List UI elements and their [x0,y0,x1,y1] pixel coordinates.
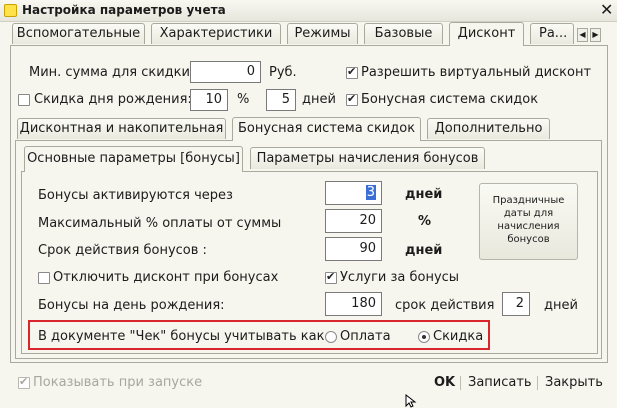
receipt-option-discount-label: Скидка [433,329,484,344]
app-icon [4,4,17,17]
subtab-additional[interactable]: Дополнительно [427,118,550,139]
validity-label: Срок действия бонусов : [38,243,207,258]
birthday-validity-label: срок действия [395,298,495,313]
disable-discount-label: Отключить дисконт при бонусах [53,270,279,285]
allow-virtual-checkbox[interactable] [346,65,358,79]
birthday-percent-unit: % [237,92,250,107]
birthday-percent-input[interactable]: 10 [190,89,228,111]
tab-characteristics[interactable]: Характеристики [151,23,281,44]
footer-separator [537,376,538,390]
save-button[interactable]: Записать [468,375,532,390]
min-sum-input[interactable]: 0 [190,61,261,83]
tab-modes[interactable]: Режимы [287,23,358,44]
close-button[interactable]: Закрыть [545,375,603,390]
receipt-option-discount-radio[interactable] [418,331,430,343]
receipt-option-payment-label: Оплата [340,329,391,344]
disable-discount-checkbox[interactable] [38,272,50,284]
show-on-start-label: Показывать при запуске [33,375,203,390]
birthday-days-input[interactable]: 5 [266,89,296,111]
tab-base[interactable]: Базовые [364,23,443,44]
bonus-system-label: Бонусная система скидок [361,92,539,107]
birthday-discount-label: Скидка дня рождения: [34,92,192,107]
max-pay-input[interactable]: 20 [325,209,382,233]
min-sum-label: Мин. сумма для скидки: [29,65,195,80]
ok-button[interactable]: OK [434,375,455,390]
activate-value: 3 [365,185,376,200]
max-pay-label: Максимальный % оплаты от суммы [38,216,282,231]
close-icon[interactable]: ✕ [600,1,613,19]
innertab-main-params[interactable]: Основные параметры [бонусы] [24,146,243,172]
max-pay-unit: % [418,214,432,229]
activate-label: Бонусы активируются через [38,188,233,203]
allow-virtual-label: Разрешить виртуальный дисконт [361,65,592,80]
birthday-discount-checkbox[interactable] [18,94,30,106]
services-label: Услуги за бонусы [340,270,460,285]
mouse-cursor-icon [405,394,417,408]
title-bar: Настройка параметров учета ✕ [0,0,617,22]
show-on-start-checkbox[interactable] [18,375,30,389]
validity-input[interactable]: 90 [325,237,382,261]
birthday-validity-input[interactable]: 2 [502,292,530,316]
receipt-mode-label: В документе "Чек" бонусы учитывать как : [38,329,333,344]
tab-auxiliary[interactable]: Вспомогательные [12,23,145,44]
subtab-discount-accumulative[interactable]: Дисконтная и накопительная [17,118,226,139]
validity-unit: дней [405,243,443,258]
birthday-validity-unit: дней [544,298,578,313]
birthday-bonus-label: Бонусы на день рождения: [38,298,225,313]
min-sum-unit: Руб. [269,65,297,80]
subtab-bonus-system[interactable]: Бонусная система скидок [232,117,421,141]
bonus-system-checkbox[interactable] [346,92,358,106]
birthday-bonus-input[interactable]: 180 [325,292,382,316]
innertab-accrual-params[interactable]: Параметры начисления бонусов [250,147,485,169]
birthday-days-unit: дней [302,92,336,107]
activate-input[interactable]: 3 [325,181,382,205]
window-title: Настройка параметров учета [22,3,226,17]
services-checkbox[interactable] [325,270,337,284]
tab-more[interactable]: Ра... [530,23,574,44]
tab-discount[interactable]: Дисконт [449,22,524,46]
holiday-dates-button[interactable]: Праздничные даты для начисления бонусов [479,183,578,260]
tab-scroll-right-icon[interactable]: ▶ [590,28,601,42]
footer-separator [460,376,461,390]
receipt-option-payment-radio[interactable] [325,331,337,343]
tab-scroll-left-icon[interactable]: ◀ [577,28,588,42]
activate-unit: дней [405,187,443,202]
